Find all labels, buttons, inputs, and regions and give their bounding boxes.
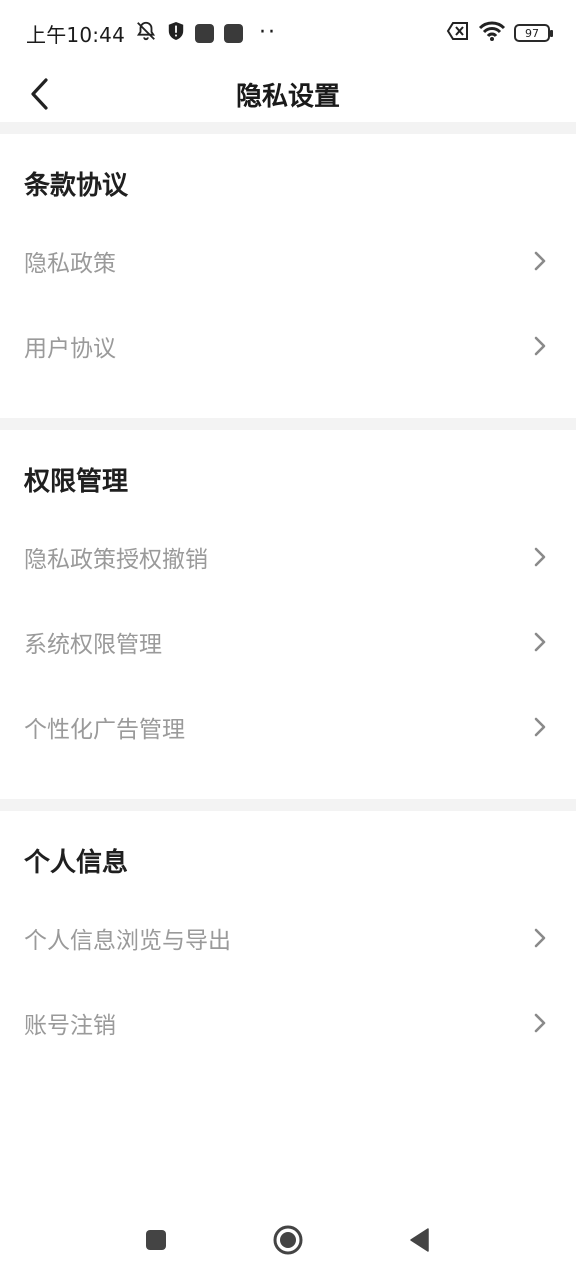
status-bar: 上午10:44 ·· 97: [0, 0, 576, 66]
page-title: 隐私设置: [235, 81, 340, 112]
no-sim-icon: [446, 21, 470, 46]
list-item-label: 隐私政策授权撤销: [24, 546, 208, 573]
back-icon: [410, 1228, 429, 1252]
list-item-label: 账号注销: [24, 1012, 116, 1039]
chevron-right-icon: [530, 249, 550, 273]
section-title: 个人信息: [24, 848, 129, 878]
app-notification-icon: [195, 23, 215, 43]
nav-back-button[interactable]: [400, 1220, 440, 1260]
list-item-revoke-authorization[interactable]: 隐私政策授权撤销: [0, 514, 576, 599]
list-item-label: 个人信息浏览与导出: [24, 927, 231, 954]
list-item-browse-export[interactable]: 个人信息浏览与导出: [0, 895, 576, 980]
chevron-right-icon: [530, 926, 550, 950]
recents-button[interactable]: [136, 1220, 176, 1260]
list-item-system-permissions[interactable]: 系统权限管理: [0, 599, 576, 684]
more-notifications-icon: ··: [259, 20, 278, 45]
section-title: 条款协议: [24, 171, 129, 201]
app-notification-icon: [224, 23, 244, 43]
battery-level: 97: [525, 26, 539, 40]
chevron-left-icon: [31, 78, 48, 110]
chevron-right-icon: [530, 630, 550, 654]
battery-icon: 97: [514, 24, 553, 42]
chevron-right-icon: [530, 545, 550, 569]
section-permissions: 权限管理 隐私政策授权撤销 系统权限管理 个性化广告管理: [0, 430, 576, 799]
list-item-privacy-policy[interactable]: 隐私政策: [0, 218, 576, 303]
section-title: 权限管理: [24, 467, 129, 497]
section-divider: [0, 799, 576, 811]
section-divider: [0, 418, 576, 430]
list-item-personalized-ads[interactable]: 个性化广告管理: [0, 684, 576, 769]
list-item-delete-account[interactable]: 账号注销: [0, 980, 576, 1065]
list-item-user-agreement[interactable]: 用户协议: [0, 303, 576, 388]
home-icon: [273, 1225, 303, 1255]
list-item-label: 个性化广告管理: [24, 716, 185, 743]
section-terms: 条款协议 隐私政策 用户协议: [0, 134, 576, 418]
home-button[interactable]: [268, 1220, 308, 1260]
section-personal-info: 个人信息 个人信息浏览与导出 账号注销: [0, 811, 576, 1065]
settings-content: 条款协议 隐私政策 用户协议 权限管理 隐私政策授权撤销 系统权限管理 个性化广…: [0, 122, 576, 1065]
recents-icon: [146, 1230, 166, 1250]
chevron-right-icon: [530, 715, 550, 739]
list-item-label: 用户协议: [24, 335, 116, 362]
bell-off-icon: [135, 20, 157, 47]
header: 隐私设置: [0, 66, 576, 122]
shield-alert-icon: [167, 21, 185, 46]
status-right: 97: [446, 20, 553, 47]
back-button[interactable]: [18, 72, 62, 116]
system-nav-bar: [0, 1200, 576, 1280]
chevron-right-icon: [530, 334, 550, 358]
list-item-label: 系统权限管理: [24, 631, 162, 658]
status-time: 上午10:44: [26, 22, 126, 47]
section-divider: [0, 122, 576, 134]
wifi-icon: [478, 20, 506, 47]
status-left: 上午10:44 ··: [26, 19, 277, 48]
list-item-label: 隐私政策: [24, 250, 116, 277]
chevron-right-icon: [530, 1011, 550, 1035]
